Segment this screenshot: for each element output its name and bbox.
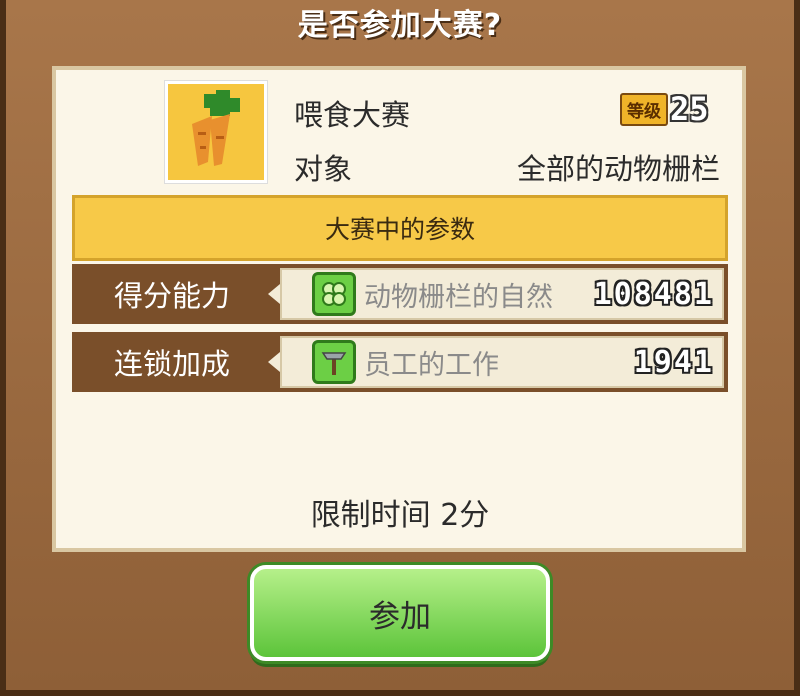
dialog-title: 是否参加大赛? xyxy=(297,8,503,43)
row-body: 动物栅栏的自然 108481 xyxy=(280,268,724,320)
carrot-icon xyxy=(164,80,268,184)
time-limit: 限制时间 2分 xyxy=(310,498,490,533)
level-value: 25 xyxy=(670,90,709,128)
row-body: 员工的工作 1941 xyxy=(280,336,724,388)
contest-name: 喂食大赛 xyxy=(294,98,411,132)
row-text: 动物栅栏的自然 xyxy=(364,281,553,313)
target-value: 全部的动物栅栏 xyxy=(516,152,720,186)
level-label: 等级 xyxy=(620,92,668,126)
param-row-score: 得分能力 动物栅栏的自然 108481 xyxy=(72,264,728,324)
level-badge: 等级 25 xyxy=(620,90,709,128)
params-header: 大赛中的参数 xyxy=(72,195,728,261)
row-label: 得分能力 xyxy=(113,279,230,313)
row-label: 连锁加成 xyxy=(113,347,230,381)
arrow-left-icon xyxy=(268,352,280,372)
join-button[interactable]: 参加 xyxy=(250,565,550,661)
param-row-chain: 连锁加成 员工的工作 1941 xyxy=(72,332,728,392)
row-value: 108481 xyxy=(593,276,714,312)
arrow-left-icon xyxy=(268,284,280,304)
target-label: 对象 xyxy=(294,152,353,186)
row-text: 员工的工作 xyxy=(364,349,499,381)
hammer-icon xyxy=(312,340,356,384)
clover-icon xyxy=(312,272,356,316)
row-value: 1941 xyxy=(633,344,714,380)
